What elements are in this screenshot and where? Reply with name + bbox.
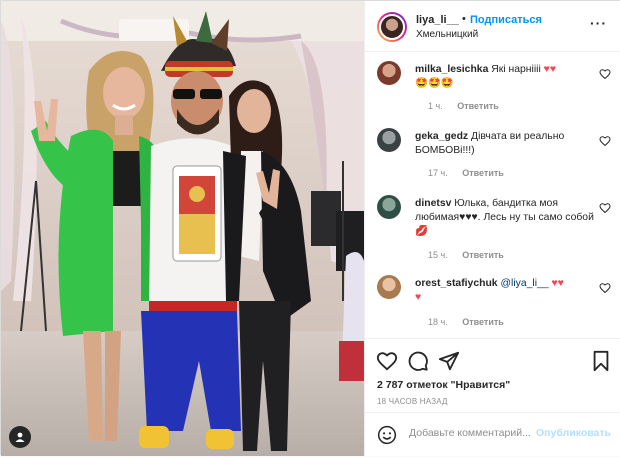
commenter-username[interactable]: orest_stafiychuk [415,278,498,289]
comment-meta: 18 ч. Ответить [428,317,516,327]
follow-button[interactable]: Подписаться [470,14,542,26]
emoji-icon[interactable] [377,425,397,445]
save-icon[interactable] [590,350,612,372]
reply-button[interactable]: Ответить [462,250,504,260]
likes-count[interactable]: 2 787 отметок "Нравится" [377,379,510,391]
commenter-avatar[interactable] [377,61,401,85]
photo-illustration [1,1,364,456]
reply-button[interactable]: Ответить [457,101,499,111]
like-comment-icon[interactable] [599,202,611,214]
comment-body: dinetsv Юлька, бандитка моя любимая♥♥♥. … [415,197,595,239]
more-icon[interactable]: ··· [590,15,607,31]
comment-time[interactable]: 17 ч. [428,168,448,178]
comment-meta: 17 ч. Ответить [428,168,516,178]
like-comment-icon[interactable] [599,282,611,294]
comment-mention[interactable]: @liya_li__ [500,278,548,289]
author-avatar[interactable] [377,12,407,42]
reply-button[interactable]: Ответить [462,317,504,327]
person-tag-icon[interactable] [9,426,31,448]
like-comment-icon[interactable] [599,135,611,147]
person-tag-glyph [15,432,25,442]
comment-text: Які нарніііі [491,64,541,75]
comment-item: milka_lesichka Які нарніііі ♥♥ 🤩🤩🤩 1 ч. … [377,61,613,121]
commenter-avatar[interactable] [377,275,401,299]
post-time[interactable]: 18 ЧАСОВ НАЗАД [377,397,448,406]
add-comment-bar: Добавьте комментарий... Опубликовать [365,412,620,457]
comment-item: dinetsv Юлька, бандитка моя любимая♥♥♥. … [377,195,613,267]
comment-meta: 15 ч. Ответить [428,250,516,260]
comment-body: geka_gedz Дівчата ви реально БОМБОВі!!!) [415,130,595,158]
post-window: liya_li__ • Подписаться Хмельницкий ··· … [0,0,620,456]
comment-emoji: 🤩🤩🤩 [415,78,454,89]
publish-button[interactable]: Опубликовать [536,427,611,439]
comment-meta: 1 ч. Ответить [428,101,511,111]
comment-time[interactable]: 18 ч. [428,317,448,327]
comment-body: orest_stafiychuk @liya_li__ ♥♥ ♥ [415,277,595,305]
post-location[interactable]: Хмельницкий [416,29,478,40]
comments-list[interactable]: milka_lesichka Які нарніііі ♥♥ 🤩🤩🤩 1 ч. … [365,53,620,338]
post-sidebar: liya_li__ • Подписаться Хмельницкий ··· … [364,1,620,456]
comment-time[interactable]: 1 ч. [428,101,443,111]
share-icon[interactable] [438,350,460,372]
like-comment-icon[interactable] [599,68,611,80]
commenter-username[interactable]: dinetsv [415,198,451,209]
comment-body: milka_lesichka Які нарніііі ♥♥ 🤩🤩🤩 [415,63,595,91]
commenter-username[interactable]: milka_lesichka [415,64,488,75]
red-heart-icon: ♥♥ [543,64,557,75]
post-actions: 2 787 отметок "Нравится" 18 ЧАСОВ НАЗАД … [365,338,620,456]
separator-dot: • [462,13,466,25]
post-photo[interactable] [1,1,364,456]
comment-item: orest_stafiychuk @liya_li__ ♥♥ ♥ 18 ч. От… [377,275,613,335]
comment-item: geka_gedz Дівчата ви реально БОМБОВі!!!)… [377,128,613,188]
like-icon[interactable] [376,350,398,372]
post-header: liya_li__ • Подписаться Хмельницкий ··· [365,1,620,52]
commenter-avatar[interactable] [377,128,401,152]
comment-input[interactable]: Добавьте комментарий... [409,427,537,439]
reply-button[interactable]: Ответить [462,168,504,178]
commenter-username[interactable]: geka_gedz [415,131,468,142]
author-username[interactable]: liya_li__ [416,14,459,26]
commenter-avatar[interactable] [377,195,401,219]
comment-time[interactable]: 15 ч. [428,250,448,260]
comment-icon[interactable] [407,350,429,372]
